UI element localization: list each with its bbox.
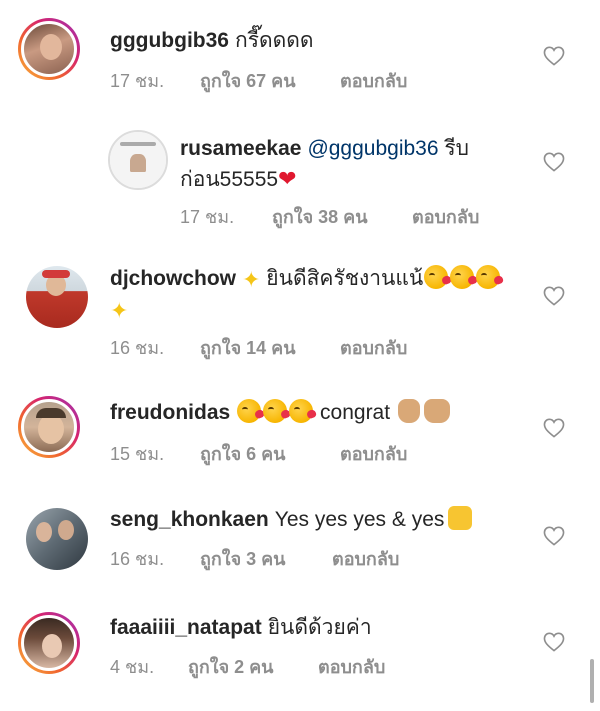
reply-button[interactable]: ตอบกลับ	[340, 66, 407, 95]
red-heart-emoji-icon: ❤	[278, 166, 297, 191]
comment-text: รีบ	[444, 137, 469, 160]
username-link[interactable]: faaaiiii_natapat	[110, 616, 262, 639]
likes-count[interactable]: ถูกใจ 3 คน	[200, 544, 332, 573]
comment-meta: 17 ชม. ถูกใจ 67 คน ตอบกลับ	[110, 66, 407, 95]
likes-count[interactable]: ถูกใจ 2 คน	[188, 652, 318, 681]
avatar[interactable]	[18, 612, 80, 674]
reply-button[interactable]: ตอบกลับ	[412, 202, 479, 231]
kiss-face-emoji-icon	[289, 399, 314, 423]
comment-time: 4 ชม.	[110, 657, 155, 677]
thumbs-up-emoji-icon	[448, 506, 473, 530]
comment-text: Yes yes yes & yes	[274, 508, 445, 531]
comment-body: freudonidas congrat	[110, 398, 452, 428]
kiss-face-emoji-icon	[237, 399, 262, 423]
comment-text: ยินดีสิครัชงานแน้	[266, 267, 424, 290]
comment-meta: 4 ชม. ถูกใจ 2 คน ตอบกลับ	[110, 652, 385, 681]
comment-text: congrat	[320, 401, 391, 424]
username-link[interactable]: rusameekae	[180, 137, 301, 160]
comment-body: seng_khonkaen Yes yes yes & yes	[110, 505, 473, 535]
username-link[interactable]: gggubgib36	[110, 29, 229, 52]
victory-hand-emoji-icon	[397, 399, 420, 423]
comment-time: 16 ชม.	[110, 549, 165, 569]
reply-button[interactable]: ตอบกลับ	[340, 439, 407, 468]
kiss-face-emoji-icon	[263, 399, 288, 423]
avatar[interactable]	[18, 396, 80, 458]
like-heart-icon[interactable]	[543, 418, 565, 438]
likes-count[interactable]: ถูกใจ 38 คน	[272, 202, 412, 231]
avatar[interactable]	[26, 266, 88, 328]
comment-time: 17 ชม.	[110, 71, 165, 91]
kiss-face-emoji-icon	[424, 265, 449, 289]
comment-body: djchowchow ✦ ยินดีสิครัชงานแน้ ✦	[110, 264, 530, 326]
sparkles-emoji-icon: ✦	[110, 298, 129, 323]
comment-meta: 15 ชม. ถูกใจ 6 คน ตอบกลับ	[110, 439, 407, 468]
username-link[interactable]: freudonidas	[110, 401, 230, 424]
reply-button[interactable]: ตอบกลับ	[318, 652, 385, 681]
sparkles-emoji-icon: ✦	[242, 267, 261, 292]
comment-time: 15 ชม.	[110, 444, 165, 464]
mention-link[interactable]: @gggubgib36	[307, 137, 438, 160]
username-link[interactable]: djchowchow	[110, 267, 236, 290]
folded-hands-emoji-icon	[423, 399, 450, 423]
likes-count[interactable]: ถูกใจ 6 คน	[200, 439, 340, 468]
comment-meta: 16 ชม. ถูกใจ 14 คน ตอบกลับ	[110, 333, 407, 362]
reply-button[interactable]: ตอบกลับ	[332, 544, 399, 573]
kiss-face-emoji-icon	[476, 265, 501, 289]
comment-body: rusameekae @gggubgib36 รีบ ก่อน55555❤	[180, 134, 520, 195]
comment-body: gggubgib36 กรี๊ดดดด	[110, 26, 314, 56]
likes-count[interactable]: ถูกใจ 67 คน	[200, 66, 340, 95]
like-heart-icon[interactable]	[543, 526, 565, 546]
comment-meta: 17 ชม. ถูกใจ 38 คน ตอบกลับ	[180, 202, 479, 231]
username-link[interactable]: seng_khonkaen	[110, 508, 269, 531]
like-heart-icon[interactable]	[543, 152, 565, 172]
kiss-face-emoji-icon	[450, 265, 475, 289]
like-heart-icon[interactable]	[543, 632, 565, 652]
comment-text: ยินดีด้วยค่า	[267, 616, 372, 639]
comment-time: 16 ชม.	[110, 338, 165, 358]
comment-time: 17 ชม.	[180, 207, 235, 227]
scrollbar[interactable]	[590, 659, 594, 703]
avatar[interactable]	[18, 18, 80, 80]
likes-count[interactable]: ถูกใจ 14 คน	[200, 333, 340, 362]
avatar[interactable]	[108, 130, 168, 190]
comment-text-continued: ก่อน55555	[180, 168, 279, 191]
like-heart-icon[interactable]	[543, 46, 565, 66]
comment-meta: 16 ชม. ถูกใจ 3 คน ตอบกลับ	[110, 544, 399, 573]
comment-text: กรี๊ดดดด	[235, 29, 314, 52]
reply-button[interactable]: ตอบกลับ	[340, 333, 407, 362]
comment-body: faaaiiii_natapat ยินดีด้วยค่า	[110, 613, 372, 643]
avatar[interactable]	[26, 508, 88, 570]
like-heart-icon[interactable]	[543, 286, 565, 306]
